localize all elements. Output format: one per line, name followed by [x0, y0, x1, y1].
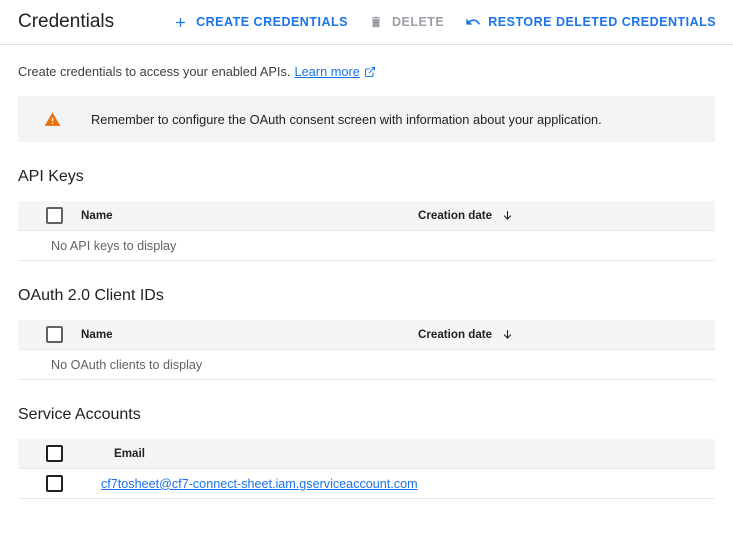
page-content: Create credentials to access your enable…	[0, 64, 733, 499]
api-keys-empty-cell: No API keys to display	[18, 230, 715, 261]
page-subtitle: Create credentials to access your enable…	[18, 64, 715, 79]
row-select-cell	[18, 468, 68, 499]
column-header-creation-date-label: Creation date	[418, 209, 493, 222]
column-header-email[interactable]: Email	[68, 439, 715, 469]
section-title-oauth-client-ids: OAuth 2.0 Client IDs	[18, 287, 164, 304]
select-all-header	[18, 320, 68, 350]
service-accounts-table: Email cf7tosheet@cf7-connect-sheet.iam.g…	[18, 439, 715, 499]
table-row: cf7tosheet@cf7-connect-sheet.iam.gservic…	[18, 468, 715, 499]
table-empty-row: No API keys to display	[18, 230, 715, 261]
create-credentials-label: CREATE CREDENTIALS	[196, 15, 348, 29]
toolbar-actions: CREATE CREDENTIALS DELETE RESTORE DELETE…	[162, 8, 726, 37]
trash-icon	[368, 14, 385, 31]
column-header-creation-date[interactable]: Creation date	[418, 201, 715, 231]
warning-triangle-icon	[44, 110, 62, 128]
sort-descending-arrow-icon	[501, 328, 514, 341]
section-title-service-accounts: Service Accounts	[18, 406, 141, 423]
select-all-header	[18, 439, 68, 469]
column-header-name[interactable]: Name	[68, 320, 418, 350]
row-checkbox[interactable]	[46, 475, 63, 492]
section-api-keys: API Keys Name Creation date No API keys …	[18, 168, 715, 261]
section-title-api-keys: API Keys	[18, 168, 84, 185]
select-all-header	[18, 201, 68, 231]
select-all-checkbox[interactable]	[46, 326, 63, 343]
page-toolbar: Credentials CREATE CREDENTIALS DELETE RE…	[0, 0, 733, 44]
service-account-email-cell: cf7tosheet@cf7-connect-sheet.iam.gservic…	[68, 468, 715, 499]
table-header-row: Email	[18, 439, 715, 469]
oauth-clients-table: Name Creation date No OAuth clients to d…	[18, 320, 715, 380]
api-keys-table: Name Creation date No API keys to displa…	[18, 201, 715, 261]
column-header-name-label: Name	[81, 328, 113, 341]
restore-deleted-credentials-button[interactable]: RESTORE DELETED CREDENTIALS	[454, 8, 726, 37]
select-all-checkbox[interactable]	[46, 207, 63, 224]
page-title: Credentials	[18, 11, 115, 32]
table-empty-row: No OAuth clients to display	[18, 349, 715, 380]
column-header-name[interactable]: Name	[68, 201, 418, 231]
oauth-consent-warning-banner: Remember to configure the OAuth consent …	[18, 96, 715, 142]
undo-icon	[464, 14, 481, 31]
table-header-row: Name Creation date	[18, 320, 715, 350]
oauth-clients-empty-cell: No OAuth clients to display	[18, 349, 715, 380]
service-account-email-link[interactable]: cf7tosheet@cf7-connect-sheet.iam.gservic…	[68, 477, 418, 491]
oauth-clients-empty-message: No OAuth clients to display	[51, 357, 203, 372]
banner-text: Remember to configure the OAuth consent …	[91, 111, 602, 127]
table-header-row: Name Creation date	[18, 201, 715, 231]
column-header-name-label: Name	[81, 209, 113, 222]
column-header-email-label: Email	[114, 447, 145, 460]
api-keys-empty-message: No API keys to display	[51, 238, 177, 253]
toolbar-divider	[0, 44, 733, 45]
delete-button[interactable]: DELETE	[358, 8, 454, 37]
restore-label: RESTORE DELETED CREDENTIALS	[488, 15, 717, 29]
external-link-icon[interactable]	[364, 66, 376, 78]
column-header-creation-date[interactable]: Creation date	[418, 320, 715, 350]
sort-descending-arrow-icon	[501, 209, 514, 222]
delete-label: DELETE	[391, 15, 445, 29]
section-oauth-client-ids: OAuth 2.0 Client IDs Name Creation date	[18, 287, 715, 380]
create-credentials-button[interactable]: CREATE CREDENTIALS	[162, 8, 358, 37]
learn-more-link[interactable]: Learn more	[294, 64, 359, 79]
plus-icon	[172, 14, 189, 31]
column-header-creation-date-label: Creation date	[418, 328, 493, 341]
select-all-checkbox[interactable]	[46, 445, 63, 462]
subtitle-text: Create credentials to access your enable…	[18, 64, 291, 79]
section-service-accounts: Service Accounts Email cf7tosheet@cf7-co…	[18, 406, 715, 499]
